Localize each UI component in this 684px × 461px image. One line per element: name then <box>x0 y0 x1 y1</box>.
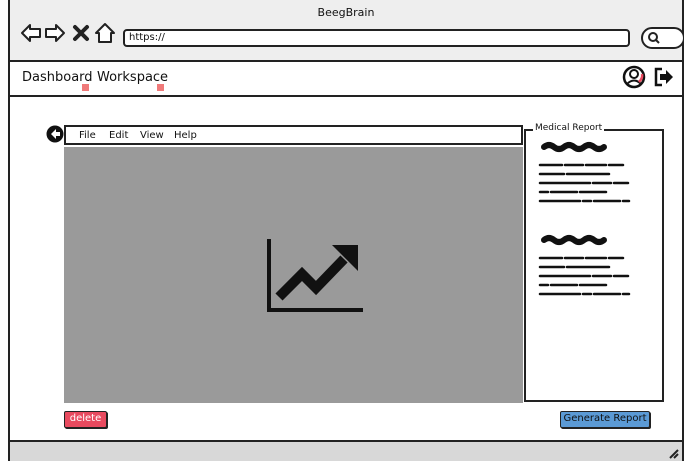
back-arrow-icon[interactable] <box>20 22 42 44</box>
back-circle-icon[interactable] <box>46 125 64 143</box>
nav-workspace[interactable]: Workspace <box>97 70 168 85</box>
menu-edit[interactable]: Edit <box>109 130 128 141</box>
search-button[interactable] <box>641 27 684 49</box>
window-title: BeegBrain <box>317 6 375 19</box>
medical-report-panel <box>524 129 664 402</box>
chart-canvas[interactable] <box>64 147 523 403</box>
nav-dashboard[interactable]: Dashboard <box>22 70 93 85</box>
menu-file[interactable]: File <box>79 130 96 141</box>
forward-arrow-icon[interactable] <box>44 22 66 44</box>
url-input[interactable]: https:// <box>123 29 630 47</box>
nav-workspace-marker <box>157 84 164 91</box>
close-icon[interactable] <box>72 22 90 44</box>
browser-toolbar: BeegBrain https:// <box>10 0 684 62</box>
search-icon <box>648 32 660 44</box>
menu-view[interactable]: View <box>140 130 164 141</box>
nav-dashboard-marker <box>82 84 89 91</box>
app-navbar: Dashboard Workspace <box>10 62 682 97</box>
editor-menubar: File Edit View Help <box>64 125 523 145</box>
generate-report-button[interactable]: Generate Report <box>560 411 650 428</box>
delete-button[interactable]: delete <box>64 411 107 428</box>
report-scribble-text <box>538 142 631 296</box>
status-bar <box>10 440 682 461</box>
menu-help[interactable]: Help <box>174 130 197 141</box>
app-window: BeegBrain https:// Dashboard Workspace F… <box>8 0 684 461</box>
sign-out-icon[interactable] <box>653 67 675 87</box>
medical-report-title: Medical Report <box>533 123 605 133</box>
resize-handle-icon[interactable] <box>667 447 679 459</box>
user-icon[interactable] <box>622 65 646 89</box>
home-icon[interactable] <box>94 22 116 44</box>
trending-up-chart-icon <box>267 239 363 312</box>
